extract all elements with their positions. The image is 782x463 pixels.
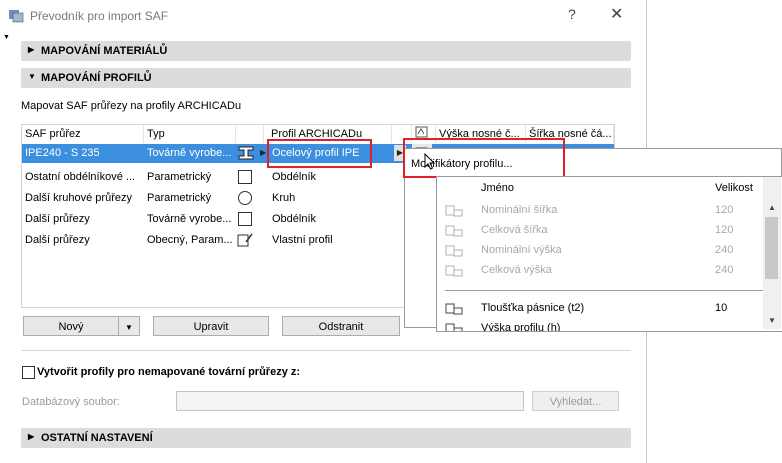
cell-saf: Ostatní obdélníkové ...: [25, 171, 136, 183]
cell-saf: IPE240 - S 235: [25, 147, 100, 159]
title-bar: Převodník pro import SAF ? ✕: [0, 0, 646, 30]
chevron-down-icon: ▼: [125, 323, 133, 332]
rectangle-profile-icon: [238, 170, 252, 184]
section-profiles[interactable]: ▼ MAPOVÁNÍ PROFILŮ: [21, 68, 631, 88]
modifier-col-size: Velikost: [715, 182, 753, 194]
modifier-scrollbar[interactable]: ▲ ▼: [763, 177, 781, 329]
cell-type: Továrně vyrobe...: [147, 213, 232, 225]
modifier-row[interactable]: Celková šířka 120: [445, 221, 763, 241]
create-profiles-label: Vytvořit profily pro nemapované tovární …: [37, 366, 301, 378]
close-button[interactable]: ✕: [610, 4, 623, 24]
new-dropdown-button[interactable]: ▼: [118, 316, 140, 336]
modifier-name: Celková výška: [481, 264, 552, 276]
new-button[interactable]: Nový: [23, 316, 119, 336]
circle-profile-icon: [238, 191, 252, 205]
divider: [21, 350, 631, 351]
scrollbar-thumb[interactable]: [765, 217, 778, 279]
cell-type: Parametrický: [147, 171, 212, 183]
modifier-size: 240: [715, 244, 734, 256]
cell-type: Továrně vyrobe...: [147, 147, 232, 159]
modifier-row[interactable]: Nominální výška 240: [445, 241, 763, 261]
cell-profile: Vlastní profil: [272, 234, 333, 246]
scroll-down-icon[interactable]: ▼: [768, 316, 776, 325]
modifier-name: Celková šířka: [481, 224, 548, 236]
i-beam-icon: [238, 146, 254, 160]
help-button[interactable]: ?: [568, 6, 576, 22]
cell-profile: Kruh: [272, 192, 296, 204]
window-title: Převodník pro import SAF: [30, 9, 169, 23]
modifier-size: 10: [715, 302, 728, 314]
section-other[interactable]: ▶ OSTATNÍ NASTAVENÍ: [21, 428, 631, 448]
section-other-label: OSTATNÍ NASTAVENÍ: [41, 432, 153, 444]
section-materials-label: MAPOVÁNÍ MATERIÁLŮ: [41, 45, 168, 57]
link-modifier-icon: [445, 265, 463, 277]
link-modifier-icon: [445, 245, 463, 257]
col-type-icon[interactable]: [236, 125, 264, 143]
modifier-row[interactable]: Výška profilu (h): [445, 319, 763, 331]
mouse-cursor-icon: [424, 153, 436, 170]
rectangle-profile-icon: [238, 212, 252, 226]
cell-type: Obecný, Param...: [147, 234, 233, 246]
col-type[interactable]: Typ: [144, 125, 236, 143]
section-materials[interactable]: ▶ MAPOVÁNÍ MATERIÁLŮ: [21, 41, 631, 61]
cell-saf: Další průřezy: [25, 234, 90, 246]
browse-button[interactable]: Vyhledat...: [532, 391, 619, 411]
scroll-up-icon[interactable]: ▼: [3, 34, 10, 41]
cell-saf: Další kruhové průřezy: [25, 192, 132, 204]
modifier-name: Nominální výška: [481, 244, 562, 256]
modifier-size: 120: [715, 224, 734, 236]
modifier-row[interactable]: Tloušťka pásnice (t2) 10: [445, 299, 763, 319]
collapse-arrow-icon: ▼: [28, 72, 36, 81]
link-modifier-icon: [445, 303, 463, 315]
custom-profile-icon: [237, 233, 253, 247]
cell-profile: Obdélník: [272, 171, 317, 183]
db-file-input[interactable]: [176, 391, 524, 411]
scroll-up-icon[interactable]: ▲: [768, 203, 776, 212]
profile-modifier-icon: [415, 126, 428, 138]
create-profiles-checkbox[interactable]: [22, 366, 35, 379]
edit-button[interactable]: Upravit: [153, 316, 269, 336]
cell-type: Parametrický: [147, 192, 212, 204]
cell-saf: Další průřezy: [25, 213, 90, 225]
highlight-profile: [267, 139, 372, 168]
app-icon: [9, 10, 24, 23]
col-saf[interactable]: SAF průřez: [22, 125, 144, 143]
type-arrow-icon[interactable]: ▶: [260, 148, 266, 157]
modifier-name: Nominální šířka: [481, 204, 558, 216]
modifier-col-name: Jméno: [481, 182, 515, 194]
expand-arrow-icon: ▶: [28, 45, 35, 54]
db-file-label: Databázový soubor:: [22, 396, 120, 408]
section-profiles-label: MAPOVÁNÍ PROFILŮ: [41, 72, 152, 84]
modifier-row[interactable]: Nominální šířka 120: [445, 201, 763, 221]
modifier-name: Výška profilu (h): [481, 322, 561, 331]
link-modifier-icon: [445, 205, 463, 217]
modifier-list: Jméno Velikost Nominální šířka 120 Celko…: [436, 176, 782, 332]
modifier-divider: [445, 290, 763, 291]
modifier-size: 240: [715, 264, 734, 276]
profiles-subtitle: Mapovat SAF průřezy na profily ARCHICADu: [21, 100, 242, 112]
modifier-size: 120: [715, 204, 734, 216]
link-modifier-icon: [445, 323, 463, 331]
expand-arrow-icon: ▶: [28, 432, 35, 441]
link-modifier-icon: [445, 225, 463, 237]
cell-profile: Obdélník: [272, 213, 317, 225]
remove-button[interactable]: Odstranit: [282, 316, 400, 336]
modifier-row[interactable]: Celková výška 240: [445, 261, 763, 281]
modifier-name: Tloušťka pásnice (t2): [481, 302, 585, 314]
